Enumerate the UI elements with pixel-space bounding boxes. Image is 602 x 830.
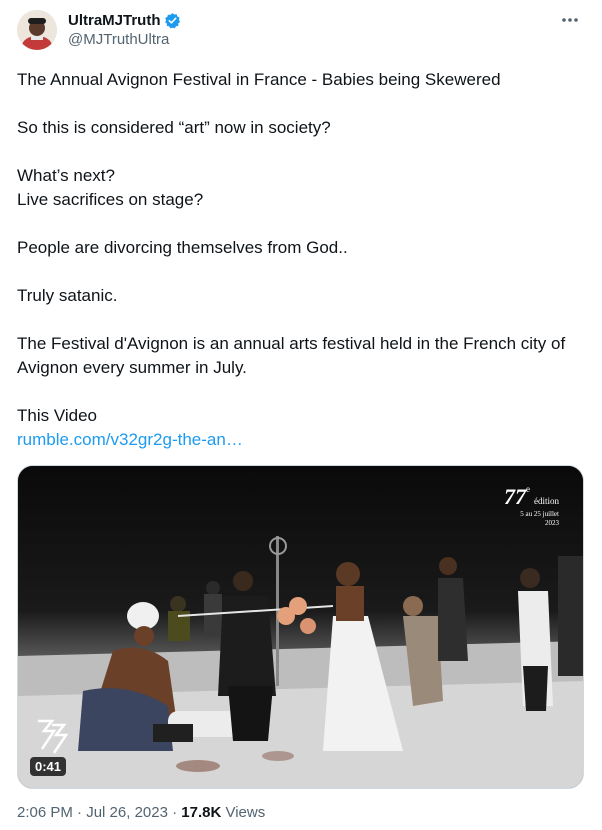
author-handle[interactable]: @MJTruthUltra (68, 31, 169, 48)
edition-year: 2023 (545, 519, 559, 527)
separator: · (72, 804, 87, 821)
tweet-time[interactable]: 2:06 PM (17, 804, 73, 821)
tweet-line: Truly satanic. (17, 286, 118, 305)
views-label: Views (221, 804, 266, 821)
video-duration: 0:41 (30, 757, 67, 776)
separator: · (167, 804, 182, 821)
avatar[interactable] (17, 10, 57, 50)
tweet-line: What’s next? (17, 166, 115, 185)
edition-dates: 5 au 25 juillet (520, 510, 559, 518)
author-display-name[interactable]: UltraMJTruth (68, 12, 161, 29)
video-player[interactable]: 77e édition 5 au 25 juillet 2023 0:41 (17, 465, 584, 789)
avatar-image (17, 10, 57, 50)
tweet-date[interactable]: Jul 26, 2023 (86, 804, 168, 821)
edition-sup: e (526, 484, 530, 494)
tweet-footer: 2:06 PM · Jul 26, 2023 · 17.8K Views (17, 804, 265, 821)
tweet-text: The Annual Avignon Festival in France - … (17, 68, 583, 452)
more-options-icon[interactable] (558, 10, 582, 30)
tweet-link[interactable]: rumble.com/v32gr2g-the-an… (17, 430, 243, 449)
tweet-line: Live sacrifices on stage? (17, 190, 204, 209)
tweet-line: The Festival d'Avignon is an annual arts… (17, 334, 566, 377)
tweet-line: The Annual Avignon Festival in France - … (17, 70, 501, 89)
tweet-line: People are divorcing themselves from God… (17, 238, 348, 257)
views-count: 17.8K (181, 804, 222, 821)
tweet-line: So this is considered “art” now in socie… (17, 118, 331, 137)
tweet-line: This Video (17, 406, 98, 425)
edition-number: 77 (504, 484, 526, 509)
author-name-row[interactable]: UltraMJTruth (68, 12, 181, 29)
edition-label: édition (534, 496, 559, 506)
video-frame (18, 466, 583, 788)
verified-badge-icon (164, 12, 181, 29)
festival-edition-overlay: 77e édition 5 au 25 juillet 2023 (504, 484, 559, 528)
